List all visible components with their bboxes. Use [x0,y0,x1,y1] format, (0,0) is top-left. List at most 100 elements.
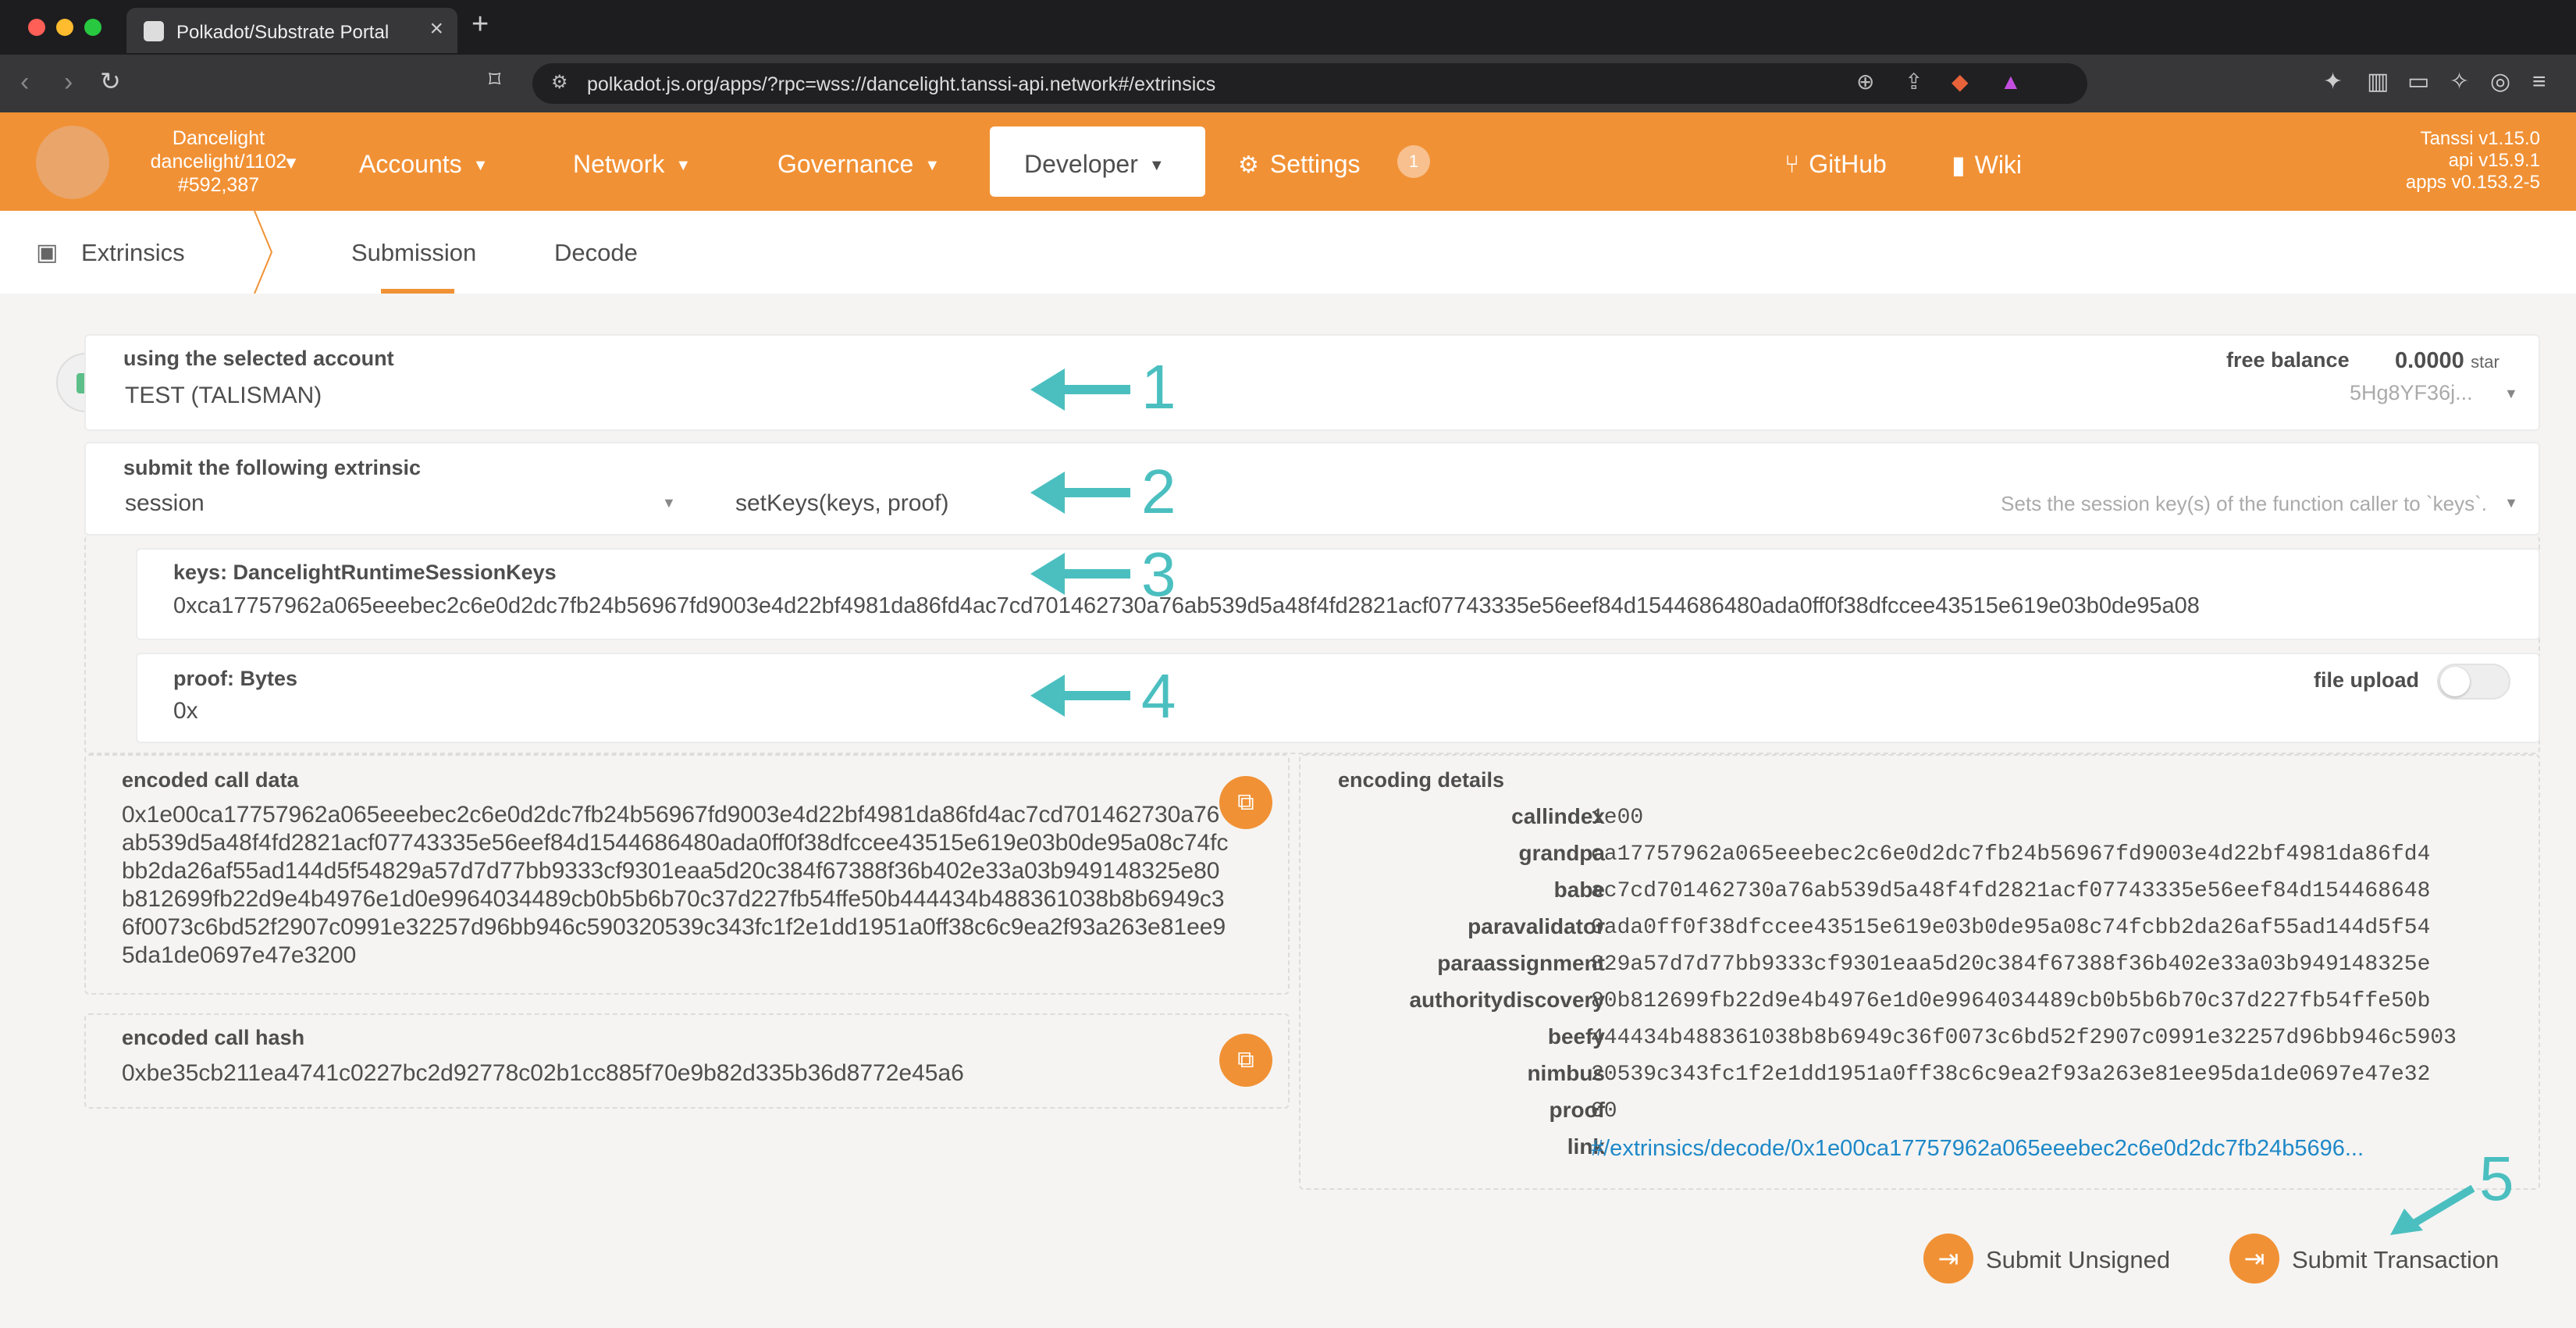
ed-row-proof: proof 00 [1300,1098,2549,1135]
back-icon[interactable]: ‹ [20,69,29,95]
chevron-down-icon: ▼ [675,157,692,175]
encoded-call-data-value: 0x1e00ca17757962a065eeebec2c6e0d2dc7fb24… [122,802,1229,968]
browser-tab[interactable]: Polkadot/Substrate Portal × [126,8,457,53]
ed-value: 444434b488361038b8b6949c36f0073c6bd52f29… [1591,1026,2457,1050]
ed-row-nimbus: nimbus 20539c343fc1f2e1dd1951a0ff38c6c9ea… [1300,1061,2549,1098]
minimize-window-button[interactable] [56,19,73,36]
menu-network[interactable]: Network ▼ [573,150,691,179]
annotation-number-4: 4 [1141,661,1176,731]
address-bar[interactable]: ⚙ polkadot.js.org/apps/?rpc=wss://dancel… [532,63,2087,104]
balance-unit: star [2471,352,2500,372]
close-tab-icon[interactable]: × [429,17,443,41]
gears-icon: ⚙ [1238,152,1259,178]
balance-amount: 0.0000 [2395,348,2464,373]
decode-link[interactable]: #/extrinsics/decode/0x1e00ca17757962a065… [1591,1136,2364,1162]
bookmark-icon[interactable]: ⌑ [489,69,500,92]
ed-value: ac7cd701462730a76ab539d5a48f4fd2821acf07… [1591,879,2431,903]
copy-call-data-button[interactable]: ⧉ [1219,776,1272,829]
file-upload-label: file upload [2314,668,2419,692]
extrinsic-selector: submit the following extrinsic session ▼… [84,442,2540,536]
extensions-icon[interactable]: ✦ [2323,70,2343,94]
extrinsic-label: submit the following extrinsic [123,456,422,479]
account-name: TEST (TALISMAN) [125,383,322,408]
keys-input[interactable]: 0xca17757962a065eeebec2c6e0d2dc7fb24b569… [173,593,2200,619]
brave-rewards-icon[interactable]: ▲ [2000,71,2022,93]
tab-decode[interactable]: Decode [554,239,638,267]
copy-call-hash-button[interactable]: ⧉ [1219,1034,1272,1087]
ed-row-babe: babe ac7cd701462730a76ab539d5a48f4fd2821a… [1300,878,2549,915]
pallet-value: session [125,490,205,516]
pallet-dropdown[interactable]: session ▼ [117,482,695,526]
free-balance-label: free balance [2226,348,2350,372]
ed-value: 20539c343fc1f2e1dd1951a0ff38c6c9ea2f93a2… [1591,1063,2431,1087]
submit-transaction-button[interactable]: ⇥ Submit Transaction [2229,1234,2518,1283]
ed-row-authoritydiscovery: authoritydiscovery 80b812699fb22d9e4b4976… [1300,988,2549,1025]
zoom-icon[interactable]: ⊕ [1856,71,1874,93]
ed-row-paravalidator: paravalidator 0ada0ff0f38dfccee43515e619e… [1300,914,2549,952]
menu-settings[interactable]: ⚙ Settings [1238,150,1361,179]
app-header: Dancelight dancelight/1102 #592,387 ▼ Ac… [0,112,2576,211]
menu-settings-label: Settings [1269,150,1361,178]
chevron-down-icon: ▼ [283,153,300,173]
menu-github[interactable]: ⑂ GitHub [1784,150,1887,179]
sidebar-icon[interactable]: ▥ [2367,70,2389,94]
chevron-down-icon: ▼ [662,495,676,511]
menu-wiki[interactable]: ▮ Wiki [1952,150,2022,180]
api-version: api v15.9.1 [2448,150,2540,171]
vpn-icon[interactable]: ◎ [2490,70,2510,94]
section-title: Extrinsics [81,239,185,266]
browser-tab-bar: Polkadot/Substrate Portal × + [0,0,2576,55]
new-tab-icon[interactable]: + [471,9,489,39]
menu-accounts[interactable]: Accounts ▼ [359,150,488,179]
chevron-down-icon: ▼ [472,157,489,175]
file-upload-toggle[interactable] [2437,664,2510,700]
browser-toolbar: ‹ › ↻ ⌑ ⚙ polkadot.js.org/apps/?rpc=wss:… [0,55,2576,112]
chain-logo[interactable] [36,126,109,199]
menu-accounts-label: Accounts [359,150,462,178]
method-dropdown[interactable]: setKeys(keys, proof) Sets the session ke… [726,482,2529,526]
chevron-down-icon: ▼ [2504,495,2518,511]
encoding-details-panel: encoding details callindex 1e00 grandpa ca… [1299,754,2540,1190]
chain-name: Dancelight [172,127,265,149]
ed-key: authoritydiscovery [1409,988,1605,1012]
wallet-icon[interactable]: ▭ [2407,70,2429,94]
version-info: Tanssi v1.15.0 api v15.9.1 apps v0.153.2… [2406,128,2540,194]
account-address: 5Hg8YF36j... [2350,381,2473,404]
free-balance-value: 0.0000 star [2395,348,2500,374]
ed-row-callindex: callindex 1e00 [1300,804,2549,842]
tab-title: Polkadot/Substrate Portal [176,22,390,43]
polkadot-favicon-icon [144,21,164,41]
ed-value: 829a57d7d77bb9333cf9301eaa5d20c384f67388… [1591,952,2431,977]
close-window-button[interactable] [28,19,45,36]
encoded-call-hash-value: 0xbe35cb211ea4741c0227bc2d92778c02b1cc88… [122,1060,964,1086]
share-icon[interactable]: ⇪ [1905,71,1923,93]
proof-input[interactable]: 0x [173,698,198,725]
keys-param[interactable]: keys: DancelightRuntimeSessionKeys 0xca1… [136,548,2540,640]
menu-wiki-label: Wiki [1974,151,2023,179]
menu-governance[interactable]: Governance ▼ [777,150,940,179]
menu-developer[interactable]: Developer ▼ [990,126,1205,197]
forward-icon[interactable]: › [64,69,73,95]
submit-unsigned-button[interactable]: ⇥ Submit Unsigned [1923,1234,2189,1283]
encoding-details-label: encoding details [1338,768,1505,792]
tab-submission[interactable]: Submission [351,239,476,267]
menu-network-label: Network [573,150,665,178]
annotation-arrow-1 [1030,368,1130,411]
block-number: #592,387 [177,174,260,196]
ed-value: 80b812699fb22d9e4b4976e1d0e9964034489cb0… [1591,989,2431,1013]
menu-icon[interactable]: ≡ [2532,70,2546,94]
submit-unsigned-label: Submit Unsigned [1986,1246,2171,1273]
menu-developer-label: Developer [1024,150,1138,178]
proof-param[interactable]: proof: Bytes 0x file upload [136,653,2540,743]
site-settings-icon[interactable]: ⚙ [551,73,568,92]
maximize-window-button[interactable] [84,19,101,36]
account-label: using the selected account [123,347,394,370]
account-selector[interactable]: using the selected account TEST (TALISMA… [84,334,2540,431]
reload-icon[interactable]: ↻ [100,69,121,94]
brave-shield-icon[interactable]: ◆ [1952,71,1969,93]
menu-github-label: GitHub [1809,150,1887,178]
leo-icon[interactable]: ✧ [2450,70,2469,94]
submit-transaction-label: Submit Transaction [2292,1246,2500,1273]
sign-in-icon: ⇥ [2229,1234,2279,1283]
apps-version: apps v0.153.2-5 [2405,172,2540,193]
